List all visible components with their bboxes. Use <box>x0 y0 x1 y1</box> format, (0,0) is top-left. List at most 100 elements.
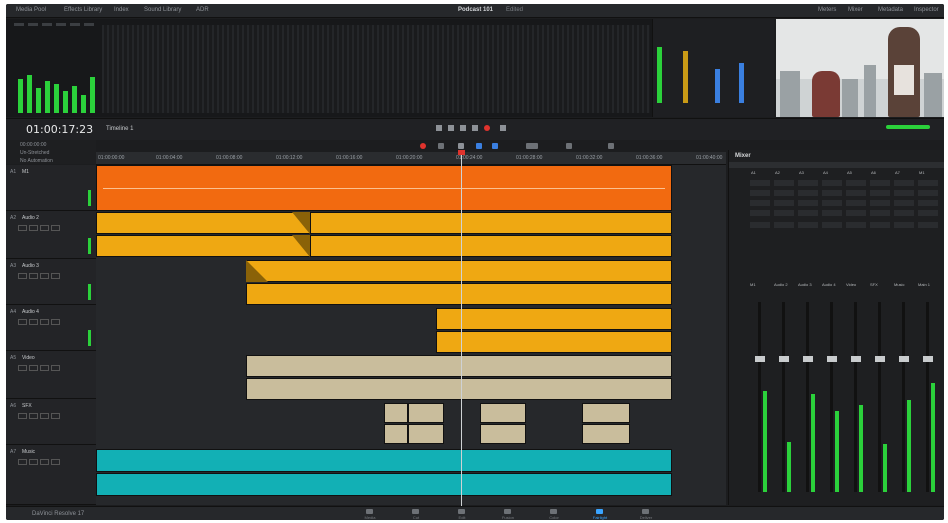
channel-slot[interactable] <box>798 180 818 186</box>
sound-library-button[interactable]: Sound Library <box>144 7 181 15</box>
channel-slot[interactable] <box>918 200 938 206</box>
track-name[interactable]: Audio 3 <box>22 263 39 269</box>
fader-knob[interactable] <box>875 356 885 362</box>
track-name[interactable]: Audio 2 <box>22 215 39 221</box>
channel-slot[interactable] <box>846 210 866 216</box>
page-color[interactable]: Color <box>540 509 568 520</box>
track-buttons[interactable] <box>18 459 78 465</box>
page-fusion[interactable]: Fusion <box>494 509 522 520</box>
page-cut[interactable]: Cut <box>402 509 430 520</box>
channel-slot[interactable] <box>822 222 842 228</box>
audio-clip[interactable] <box>310 235 672 257</box>
flag-icon[interactable] <box>566 143 572 149</box>
music-clip[interactable] <box>96 449 672 472</box>
playhead-handle[interactable] <box>458 150 465 155</box>
audio-clip[interactable] <box>436 331 672 353</box>
effects-library-button[interactable]: Effects Library <box>64 7 102 15</box>
track-buttons[interactable] <box>18 365 78 371</box>
channel-fader[interactable] <box>758 302 761 492</box>
crossfade[interactable] <box>292 212 310 234</box>
track-header-a4[interactable]: A4 Audio 4 <box>6 305 96 351</box>
sfx-clip[interactable] <box>582 424 630 444</box>
fader-knob[interactable] <box>899 356 909 362</box>
zoom-icon[interactable] <box>608 143 614 149</box>
channel-slot[interactable] <box>918 210 938 216</box>
channel-slot[interactable] <box>918 190 938 196</box>
channel-slot[interactable] <box>870 222 890 228</box>
play-icon[interactable] <box>472 125 478 131</box>
channel-slot[interactable] <box>870 210 890 216</box>
fader-knob[interactable] <box>851 356 861 362</box>
channel-fader[interactable] <box>782 302 785 492</box>
media-pool-button[interactable]: Media Pool <box>16 7 46 15</box>
marker-icon[interactable] <box>526 143 538 149</box>
page-media[interactable]: Media <box>356 509 384 520</box>
channel-slot[interactable] <box>774 200 794 206</box>
track-header-a5[interactable]: A5 Video <box>6 351 96 399</box>
inspector-button[interactable]: Inspector <box>914 7 939 15</box>
timeline-tracks[interactable] <box>96 165 726 505</box>
track-name[interactable]: Video <box>22 355 35 361</box>
track-name[interactable]: SFX <box>22 403 32 409</box>
channel-slot[interactable] <box>750 180 770 186</box>
channel-fader[interactable] <box>854 302 857 492</box>
channel-slot[interactable] <box>870 200 890 206</box>
sfx-clip[interactable] <box>408 424 444 444</box>
channel-slot[interactable] <box>894 180 914 186</box>
channel-slot[interactable] <box>894 190 914 196</box>
channel-slot[interactable] <box>798 222 818 228</box>
track-header-a1[interactable]: A1 M1 <box>6 165 96 211</box>
channel-slot[interactable] <box>918 222 938 228</box>
snap-icon[interactable] <box>476 143 482 149</box>
channel-slot[interactable] <box>822 210 842 216</box>
index-button[interactable]: Index <box>114 7 129 15</box>
audio-clip[interactable] <box>96 235 310 257</box>
channel-slot[interactable] <box>846 222 866 228</box>
channel-slot[interactable] <box>774 190 794 196</box>
stop-icon[interactable] <box>460 125 466 131</box>
channel-fader[interactable] <box>806 302 809 492</box>
track-buttons[interactable] <box>18 319 78 325</box>
loop-icon[interactable] <box>500 125 506 131</box>
channel-slot[interactable] <box>894 200 914 206</box>
audio-clip[interactable] <box>246 260 672 282</box>
channel-slot[interactable] <box>774 180 794 186</box>
track-name[interactable]: Audio 4 <box>22 309 39 315</box>
channel-slot[interactable] <box>750 200 770 206</box>
channel-slot[interactable] <box>870 190 890 196</box>
link-icon[interactable] <box>492 143 498 149</box>
metadata-button[interactable]: Metadata <box>878 7 903 15</box>
channel-slot[interactable] <box>798 200 818 206</box>
fade-in[interactable] <box>246 260 268 282</box>
channel-slot[interactable] <box>750 222 770 228</box>
fader-knob[interactable] <box>827 356 837 362</box>
sfx-clip[interactable] <box>582 403 630 423</box>
sfx-clip[interactable] <box>408 403 444 423</box>
crossfade[interactable] <box>292 235 310 257</box>
audio-clip[interactable] <box>436 308 672 330</box>
channel-slot[interactable] <box>750 210 770 216</box>
select-tool-icon[interactable] <box>438 143 444 149</box>
track-buttons[interactable] <box>18 413 78 419</box>
page-edit[interactable]: Edit <box>448 509 476 520</box>
audio-clip[interactable] <box>96 165 672 211</box>
track-header-a3[interactable]: A3 Audio 3 <box>6 259 96 305</box>
audio-clip[interactable] <box>246 283 672 305</box>
audio-clip[interactable] <box>310 212 672 234</box>
meters-button[interactable]: Meters <box>818 7 836 15</box>
video-audio-clip[interactable] <box>246 378 672 400</box>
fast-forward-icon[interactable] <box>448 125 454 131</box>
record-arm-icon[interactable] <box>420 143 426 149</box>
rewind-icon[interactable] <box>436 125 442 131</box>
fader-knob[interactable] <box>923 356 933 362</box>
channel-fader[interactable] <box>830 302 833 492</box>
fader-knob[interactable] <box>755 356 765 362</box>
channel-slot[interactable] <box>774 210 794 216</box>
channel-slot[interactable] <box>894 222 914 228</box>
channel-slot[interactable] <box>918 180 938 186</box>
video-audio-clip[interactable] <box>246 355 672 377</box>
sfx-clip[interactable] <box>384 424 408 444</box>
page-fairlight[interactable]: Fairlight <box>586 509 614 520</box>
channel-slot[interactable] <box>870 180 890 186</box>
timeline-ruler[interactable]: 01:00:00:00 01:00:04:00 01:00:08:00 01:0… <box>96 152 726 165</box>
